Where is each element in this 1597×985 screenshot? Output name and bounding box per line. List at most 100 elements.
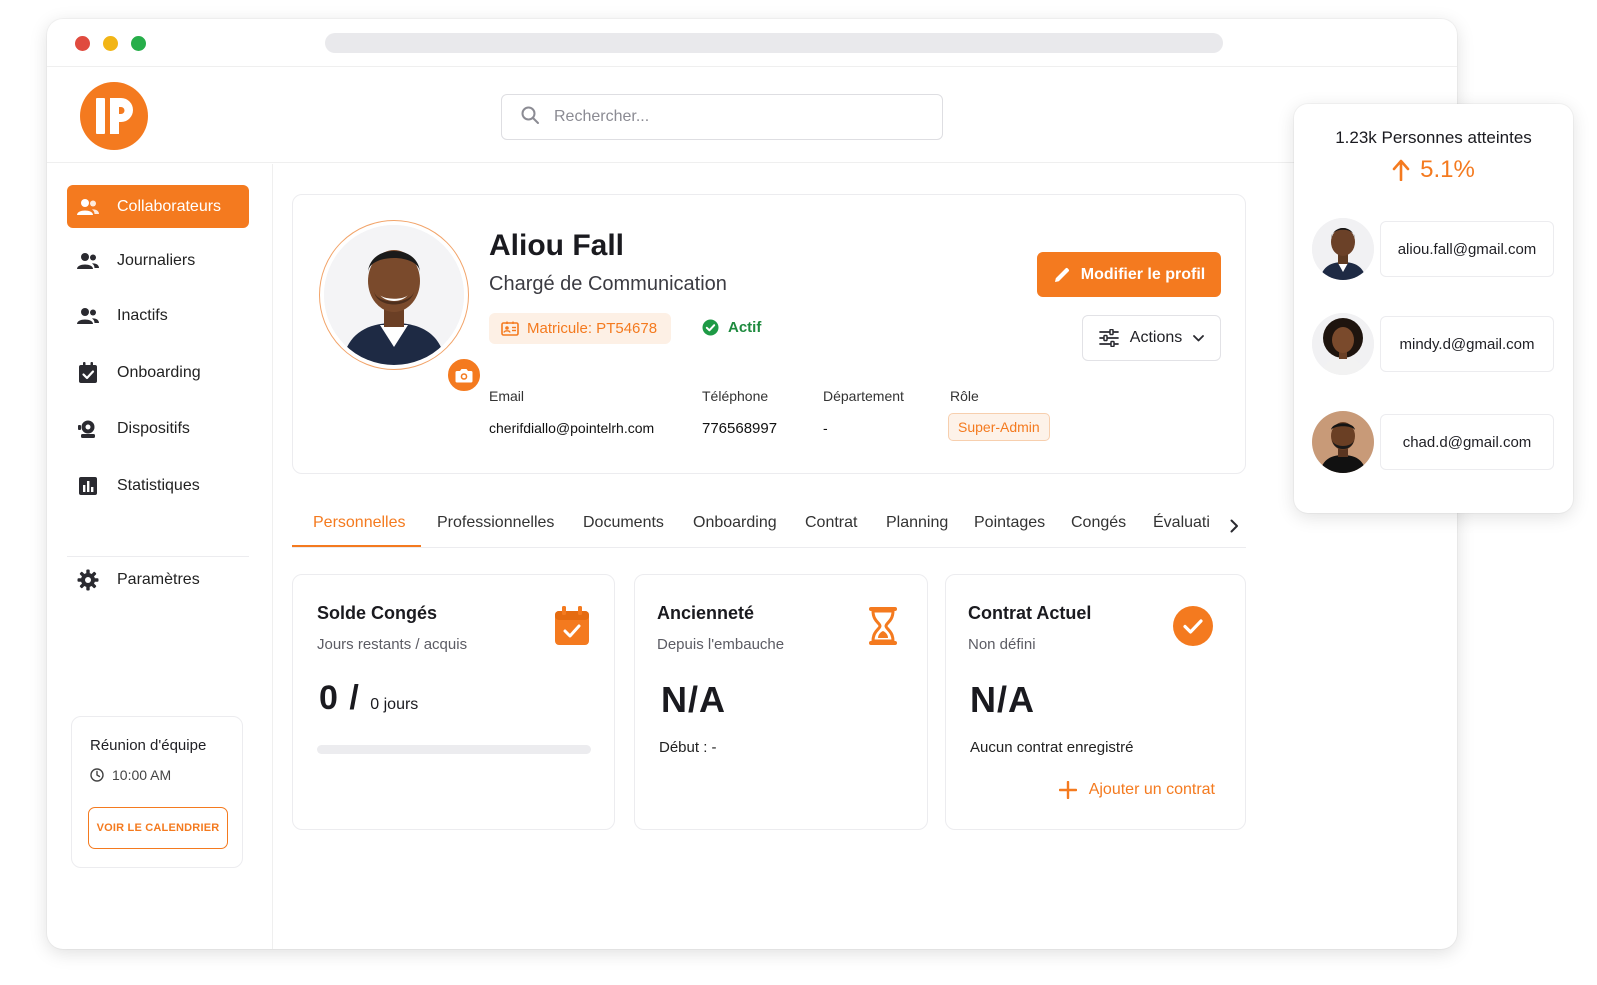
contact-email: mindy.d@gmail.com [1380,316,1554,372]
tabs-scroll-right-button[interactable] [1224,516,1244,536]
edit-profile-label: Modifier le profil [1080,265,1206,283]
leave-progress-bar [317,745,591,754]
tab-onboarding[interactable]: Onboarding [693,514,777,532]
profile-name: Aliou Fall [489,229,624,262]
sidebar: Collaborateurs Journaliers Inactifs Onbo… [47,164,273,949]
reach-contact[interactable]: aliou.fall@gmail.com [1312,218,1554,280]
sidebar-item-dispositifs[interactable]: Dispositifs [67,407,249,450]
app-header [47,67,1457,163]
add-contract-label: Ajouter un contrat [1088,781,1215,798]
tab-conges[interactable]: Congés [1071,514,1126,532]
sidebar-item-parametres[interactable]: Paramètres [67,558,249,601]
meeting-title: Réunion d'équipe [90,737,207,754]
contract-note: Aucun contrat enregistré [970,739,1134,756]
id-card-icon [501,321,519,336]
card-title: Contrat Actuel [968,603,1092,623]
tab-personnelles[interactable]: Personnelles [313,514,406,532]
email-value: cherifdiallo@pointelrh.com [489,420,655,436]
seniority-card: Ancienneté Depuis l'embauche N/A Début :… [634,574,928,830]
leave-remaining: 0 / [319,679,360,717]
role-label: Rôle [950,388,979,404]
minimize-window-dot[interactable] [103,36,118,51]
reach-card: 1.23k Personnes atteintes 5.1% aliou.fal… [1294,104,1573,513]
actions-dropdown[interactable]: Actions [1082,315,1221,361]
arrow-up-icon [1392,159,1410,181]
check-circle-icon [702,319,719,336]
profile-photo [324,225,464,365]
matricule-badge: Matricule: PT54678 [489,313,672,344]
current-contract-card: Contrat Actuel Non défini N/A Aucun cont… [945,574,1246,830]
sidebar-item-label: Inactifs [117,306,168,324]
camera-icon [455,368,473,383]
device-icon [77,418,99,440]
chevron-down-icon [1193,334,1205,342]
profile-card: Aliou Fall Chargé de Communication Matri… [292,194,1246,474]
avatar [1312,313,1374,375]
profile-tabs: Personnelles Professionnelles Documents … [292,506,1246,548]
sidebar-item-label: Statistiques [117,476,200,494]
actions-label: Actions [1129,329,1183,346]
search-input[interactable] [554,108,914,126]
search-box[interactable] [501,94,943,140]
contact-email: aliou.fall@gmail.com [1380,221,1554,277]
email-label: Email [489,388,525,404]
department-value: - [823,420,828,436]
card-title: Solde Congés [317,603,438,623]
title-bar [47,19,1457,67]
tab-documents[interactable]: Documents [583,514,664,532]
tab-pointages[interactable]: Pointages [974,514,1045,532]
sidebar-divider [67,556,249,557]
sidebar-item-label: Collaborateurs [117,197,222,215]
search-icon [520,105,540,130]
profile-job-title: Chargé de Communication [489,273,727,295]
card-title: Ancienneté [657,603,755,623]
phone-value: 776568997 [702,420,778,437]
card-subtitle: Non défini [968,636,1036,653]
profile-avatar[interactable] [319,220,483,394]
close-window-dot[interactable] [75,36,90,51]
app-window: Collaborateurs Journaliers Inactifs Onbo… [47,19,1457,949]
sidebar-item-label: Paramètres [117,570,200,588]
tab-overflow-clip: Évaluati [1152,506,1212,546]
plus-icon [1058,781,1077,799]
chevron-right-icon [1230,519,1239,533]
address-bar[interactable] [325,33,1223,53]
clock-icon [90,768,104,782]
sidebar-item-inactifs[interactable]: Inactifs [67,294,249,337]
bar-chart-icon [77,475,99,497]
pencil-icon [1053,266,1071,284]
reach-title: 1.23k Personnes atteintes [1335,128,1532,147]
brand-logo[interactable] [79,81,149,151]
edit-profile-button[interactable]: Modifier le profil [1037,252,1221,297]
change-photo-button[interactable] [445,356,483,394]
active-tab-indicator [292,545,421,547]
add-contract-button[interactable]: Ajouter un contrat [1058,781,1215,799]
reach-contact[interactable]: chad.d@gmail.com [1312,411,1554,473]
sidebar-item-label: Onboarding [117,363,201,381]
maximize-window-dot[interactable] [131,36,146,51]
department-label: Département [823,388,904,404]
reach-contact[interactable]: mindy.d@gmail.com [1312,313,1554,375]
view-calendar-button[interactable]: VOIR LE CALENDRIER [88,807,228,849]
gear-icon [77,569,99,591]
sidebar-item-label: Journaliers [117,251,196,269]
tab-contrat[interactable]: Contrat [805,514,857,532]
contact-email: chad.d@gmail.com [1380,414,1554,470]
sidebar-item-statistiques[interactable]: Statistiques [67,464,249,507]
sidebar-item-onboarding[interactable]: Onboarding [67,351,249,394]
seniority-value: N/A [661,679,726,720]
sidebar-item-collaborateurs[interactable]: Collaborateurs [67,185,249,228]
matricule-text: Matricule: PT54678 [527,320,658,337]
meeting-time-text: 10:00 AM [112,767,172,783]
reach-growth: 5.1% [1294,156,1573,184]
tab-professionnelles[interactable]: Professionnelles [437,514,554,532]
calendar-check-icon [551,605,593,647]
users-icon [77,305,99,327]
sidebar-item-journaliers[interactable]: Journaliers [67,239,249,282]
tab-planning[interactable]: Planning [886,514,948,532]
meeting-time: 10:00 AM [90,767,171,783]
tab-evaluation[interactable]: Évaluati [1153,514,1210,532]
users-icon [77,250,99,272]
calendar-check-icon [77,361,99,384]
contract-value: N/A [970,679,1035,720]
